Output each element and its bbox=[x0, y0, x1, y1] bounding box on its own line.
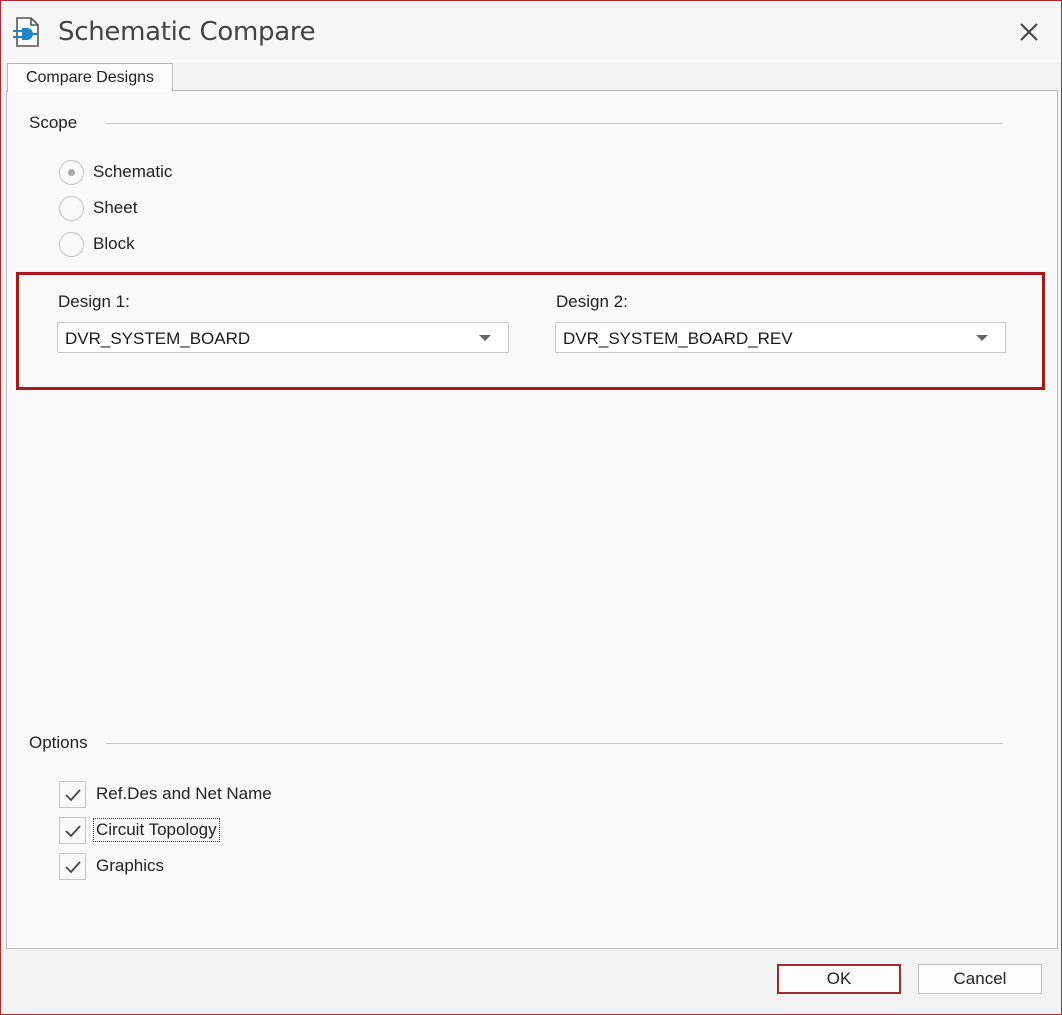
check-icon bbox=[65, 788, 81, 801]
checkbox-refdes-net-name[interactable]: Ref.Des and Net Name bbox=[59, 780, 274, 808]
scope-divider bbox=[105, 123, 1003, 124]
checkbox-circuit-topology-label: Circuit Topology bbox=[93, 818, 220, 842]
chevron-down-icon[interactable] bbox=[479, 335, 491, 341]
radio-block[interactable]: Block bbox=[59, 230, 135, 258]
scope-group-title: Scope bbox=[29, 113, 88, 133]
checkbox-checked[interactable] bbox=[59, 780, 86, 808]
checkbox-checked[interactable] bbox=[59, 852, 86, 880]
checkbox-refdes-label: Ref.Des and Net Name bbox=[96, 784, 272, 803]
design1-label: Design 1: bbox=[58, 292, 130, 311]
radio-schematic-label: Schematic bbox=[93, 162, 173, 181]
radio-sheet[interactable]: Sheet bbox=[59, 194, 137, 222]
close-icon[interactable] bbox=[1013, 16, 1045, 48]
radio-block-label: Block bbox=[93, 234, 135, 253]
design2-dropdown[interactable]: DVR_SYSTEM_BOARD_REV bbox=[555, 322, 1006, 353]
cancel-button[interactable]: Cancel bbox=[918, 964, 1042, 994]
title-bar: Schematic Compare bbox=[1, 1, 1061, 63]
design1-value: DVR_SYSTEM_BOARD bbox=[65, 329, 251, 348]
chevron-down-icon[interactable] bbox=[976, 335, 988, 341]
checkbox-graphics[interactable]: Graphics bbox=[59, 852, 166, 880]
design2-label: Design 2: bbox=[556, 292, 628, 311]
check-icon bbox=[65, 824, 81, 837]
radio-button-checked[interactable] bbox=[59, 159, 84, 185]
check-icon bbox=[65, 860, 81, 873]
radio-schematic[interactable]: Schematic bbox=[59, 158, 172, 186]
radio-button[interactable] bbox=[59, 195, 84, 221]
options-group-title: Options bbox=[29, 733, 98, 753]
dialog-title: Schematic Compare bbox=[58, 17, 316, 47]
options-divider bbox=[105, 743, 1003, 744]
checkbox-checked[interactable] bbox=[59, 816, 86, 844]
schematic-compare-app-icon bbox=[13, 17, 39, 47]
design1-dropdown[interactable]: DVR_SYSTEM_BOARD bbox=[57, 322, 509, 353]
checkbox-graphics-label: Graphics bbox=[96, 856, 165, 875]
design2-value: DVR_SYSTEM_BOARD_REV bbox=[563, 329, 793, 348]
radio-button[interactable] bbox=[59, 231, 84, 257]
checkbox-circuit-topology[interactable]: Circuit Topology bbox=[59, 816, 220, 844]
tab-compare-designs[interactable]: Compare Designs bbox=[7, 63, 173, 92]
radio-sheet-label: Sheet bbox=[93, 198, 138, 217]
ok-button[interactable]: OK bbox=[777, 964, 901, 994]
schematic-compare-dialog: Schematic Compare Compare Designs Scope … bbox=[0, 0, 1062, 1015]
